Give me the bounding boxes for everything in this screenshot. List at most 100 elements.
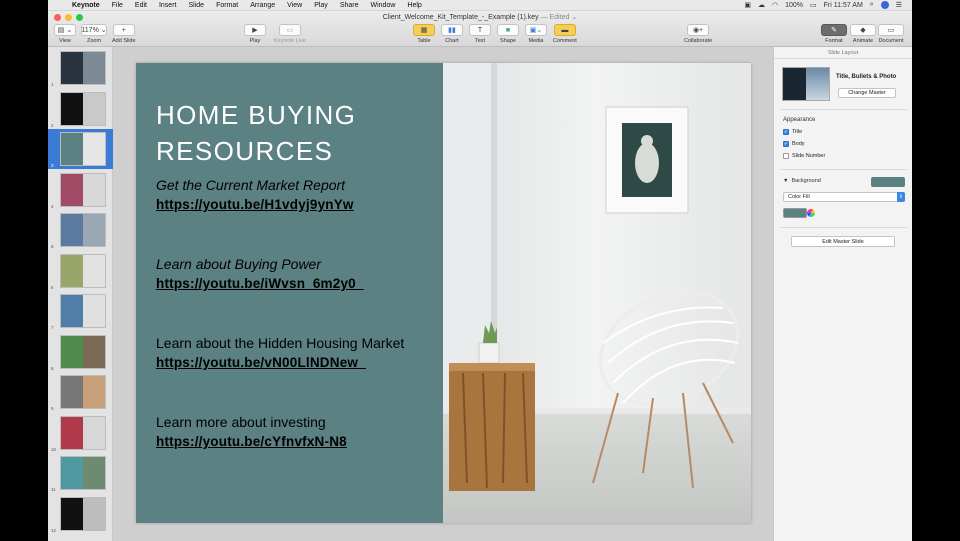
slide-number: 3 bbox=[51, 163, 54, 168]
menu-play[interactable]: Play bbox=[308, 2, 334, 9]
keynote-live-icon: ▭ bbox=[278, 24, 301, 36]
status-area: ▣ ☁ ◠ 100% ▭ Fri 11:57 AM ⌕ ☰ bbox=[744, 1, 912, 9]
table-button[interactable]: ▦ Table bbox=[413, 24, 435, 44]
resource-heading: Learn about Buying Power bbox=[156, 256, 321, 272]
battery-icon[interactable]: ▭ bbox=[810, 1, 817, 9]
slide[interactable]: HOME BUYING RESOURCES Get the Current Ma… bbox=[136, 63, 751, 523]
slide-thumbnail-image bbox=[60, 294, 106, 328]
spotlight-icon[interactable]: ⌕ bbox=[870, 1, 874, 9]
resource-link[interactable]: https://youtu.be/iWvsn_6m2y0_ bbox=[156, 274, 364, 294]
view-icon: ▤ ⌄ bbox=[54, 24, 76, 36]
user-avatar[interactable] bbox=[880, 1, 889, 9]
slide-thumbnail[interactable]: 12 bbox=[48, 494, 113, 534]
menu-share[interactable]: Share bbox=[334, 2, 365, 9]
resource-link[interactable]: https://youtu.be/H1vdyj9ynYw bbox=[156, 195, 354, 215]
slide-thumbnail[interactable]: 3 bbox=[48, 129, 113, 169]
view-button[interactable]: ▤ ⌄ View bbox=[54, 24, 76, 44]
slide-title[interactable]: HOME BUYING RESOURCES bbox=[156, 97, 443, 169]
menu-view[interactable]: View bbox=[281, 2, 308, 9]
animate-button[interactable]: ◆ Animate bbox=[850, 24, 876, 44]
document-button[interactable]: ▭ Document bbox=[878, 24, 904, 44]
body-checkbox-row[interactable]: ✓ Body bbox=[783, 141, 805, 147]
menu-app-name[interactable]: Keynote bbox=[70, 2, 106, 9]
layout-thumbnail[interactable] bbox=[782, 67, 830, 101]
framed-print bbox=[605, 106, 689, 214]
slide-thumbnail-image bbox=[60, 213, 106, 247]
text-button[interactable]: T Text bbox=[469, 24, 491, 44]
media-icon: ▣⌄ bbox=[525, 24, 547, 36]
wifi-icon[interactable]: ◠ bbox=[772, 1, 778, 9]
zoom-dropdown[interactable]: 117% ⌄ Zoom bbox=[81, 24, 107, 44]
divider bbox=[780, 169, 907, 170]
slide-number: 12 bbox=[51, 527, 57, 533]
slide-thumbnail[interactable]: 1 bbox=[48, 48, 113, 88]
play-icon: ▶ bbox=[244, 24, 266, 36]
background-color-swatch[interactable] bbox=[871, 177, 905, 187]
resource-link[interactable]: https://youtu.be/vN00LlNDNew_ bbox=[156, 353, 404, 373]
slide-number: 1 bbox=[51, 82, 54, 87]
add-slide-button[interactable]: + Add Slide bbox=[112, 24, 136, 44]
chart-button[interactable]: ▮▮ Chart bbox=[441, 24, 463, 44]
slide-thumbnail[interactable]: 5 bbox=[48, 210, 113, 250]
slide-thumbnail[interactable]: 2 bbox=[48, 89, 113, 129]
background-section-toggle[interactable]: ▼ Background bbox=[783, 178, 821, 184]
cloud-icon[interactable]: ☁ bbox=[758, 1, 765, 9]
room-photo[interactable] bbox=[443, 63, 751, 523]
checkmark-icon[interactable]: ✓ bbox=[783, 129, 789, 135]
clock[interactable]: Fri 11:57 AM bbox=[824, 2, 863, 9]
format-button[interactable]: ✎ Format bbox=[821, 24, 847, 44]
menu-window[interactable]: Window bbox=[365, 2, 402, 9]
resource-heading: Learn about the Hidden Housing Market bbox=[156, 335, 405, 351]
edited-status[interactable]: — Edited ⌄ bbox=[541, 14, 578, 21]
color-wheel-icon[interactable] bbox=[807, 209, 815, 217]
menu-arrange[interactable]: Arrange bbox=[244, 2, 281, 9]
play-button[interactable]: ▶ Play bbox=[244, 24, 266, 44]
slide-thumbnail[interactable]: 11 bbox=[48, 453, 113, 493]
resource-investing[interactable]: Learn more about investing https://youtu… bbox=[156, 412, 347, 452]
battery-percent[interactable]: 100% bbox=[785, 2, 803, 9]
media-button[interactable]: ▣⌄ Media bbox=[525, 24, 547, 44]
comment-button[interactable]: ▬ Comment bbox=[553, 24, 577, 44]
resource-buying-power[interactable]: Learn about Buying Power https://youtu.b… bbox=[156, 254, 364, 294]
fill-type-select[interactable]: Color Fill ⇕ bbox=[783, 192, 905, 202]
resource-hidden-market[interactable]: Learn about the Hidden Housing Market ht… bbox=[156, 333, 404, 373]
slide-thumbnail[interactable]: 7 bbox=[48, 291, 113, 331]
collaborate-button[interactable]: ◉+ Collaborate bbox=[684, 24, 712, 44]
screen-record-icon[interactable]: ▣ bbox=[744, 1, 751, 9]
checkmark-icon[interactable]: ✓ bbox=[783, 141, 789, 147]
notification-center-icon[interactable]: ☰ bbox=[896, 1, 902, 9]
menu-insert[interactable]: Insert bbox=[153, 2, 183, 9]
slide-thumbnail[interactable]: 4 bbox=[48, 170, 113, 210]
change-master-button[interactable]: Change Master bbox=[838, 88, 896, 98]
menu-slide[interactable]: Slide bbox=[182, 2, 210, 9]
plus-icon: + bbox=[112, 24, 135, 36]
slide-thumbnail[interactable]: 6 bbox=[48, 251, 113, 291]
resource-link[interactable]: https://youtu.be/cYfnvfxN-N8 bbox=[156, 432, 347, 452]
menu-file[interactable]: File bbox=[106, 2, 129, 9]
text-icon: T bbox=[469, 24, 491, 36]
slide-number: 9 bbox=[51, 406, 54, 411]
edit-master-slide-button[interactable]: Edit Master Slide bbox=[791, 236, 895, 247]
resource-market-report[interactable]: Get the Current Market Report https://yo… bbox=[156, 175, 354, 215]
format-inspector: Slide Layout Title, Bullets & Photo Chan… bbox=[773, 47, 912, 541]
comment-icon: ▬ bbox=[553, 24, 576, 36]
shape-button[interactable]: ■ Shape bbox=[497, 24, 519, 44]
title-checkbox-row[interactable]: ✓ Title bbox=[783, 129, 802, 135]
slide-canvas[interactable]: HOME BUYING RESOURCES Get the Current Ma… bbox=[113, 47, 773, 541]
slide-thumbnail[interactable]: 10 bbox=[48, 413, 113, 453]
slide-navigator[interactable]: 1 2 3 4 5 6 7 8 9 10 11 12 bbox=[48, 47, 113, 541]
menu-format[interactable]: Format bbox=[210, 2, 244, 9]
color-well[interactable] bbox=[783, 208, 807, 218]
inspector-header: Slide Layout bbox=[774, 47, 912, 59]
document-title: Client_Welcome_Kit_Template_-_Example (1… bbox=[382, 14, 539, 21]
menu-help[interactable]: Help bbox=[401, 2, 427, 9]
menu-edit[interactable]: Edit bbox=[129, 2, 153, 9]
slide-number-checkbox-row[interactable]: Slide Number bbox=[783, 153, 825, 159]
table-icon: ▦ bbox=[413, 24, 435, 36]
slide-thumbnail[interactable]: 9 bbox=[48, 372, 113, 412]
appearance-label: Appearance bbox=[783, 117, 816, 123]
slide-thumbnail[interactable]: 8 bbox=[48, 332, 113, 372]
checkbox-empty[interactable] bbox=[783, 153, 789, 159]
keynote-live-button[interactable]: ▭ Keynote Live bbox=[274, 24, 306, 44]
slide-number: 4 bbox=[51, 203, 54, 209]
